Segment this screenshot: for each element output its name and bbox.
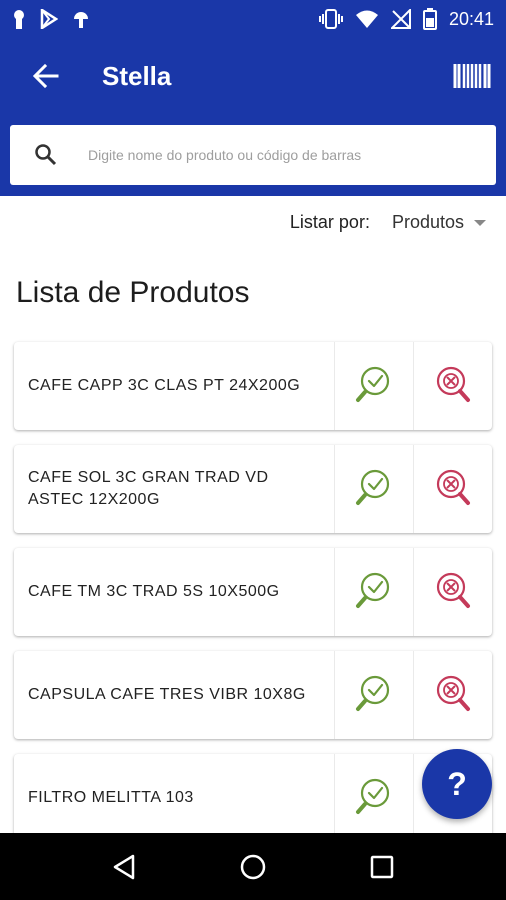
vibrate-icon xyxy=(318,9,343,29)
android-icon xyxy=(74,12,88,28)
square-recents-icon xyxy=(370,855,393,878)
product-card: FILTRO MELITTA 103 xyxy=(14,754,492,833)
product-name: CAPSULA CAFE TRES VIBR 10X8G xyxy=(28,686,306,703)
product-list: CAFE CAPP 3C CLAS PT 24X200G CAFE SOL 3C… xyxy=(14,342,492,833)
include-product-button[interactable] xyxy=(334,651,413,739)
list-by-control: Listar por: Produtos xyxy=(290,212,486,233)
product-card: CAPSULA CAFE TRES VIBR 10X8G xyxy=(14,651,492,739)
battery-icon xyxy=(422,8,437,30)
list-by-dropdown[interactable]: Produtos xyxy=(392,212,486,233)
triangle-back-icon xyxy=(114,854,135,879)
nav-recents-button[interactable] xyxy=(362,847,402,887)
search-bar-container xyxy=(0,114,506,196)
page-title: Stella xyxy=(102,60,172,91)
back-button[interactable] xyxy=(18,48,74,104)
product-card: CAFE TM 3C TRAD 5S 10X500G xyxy=(14,548,492,636)
keyhole-icon xyxy=(14,10,24,29)
arrow-left-icon xyxy=(33,63,59,89)
search-remove-icon xyxy=(433,364,473,409)
include-product-button[interactable] xyxy=(334,548,413,636)
product-name: FILTRO MELITTA 103 xyxy=(28,789,194,806)
search-check-icon xyxy=(354,776,394,821)
search-check-icon xyxy=(354,467,394,512)
include-product-button[interactable] xyxy=(334,342,413,430)
system-nav-bar xyxy=(0,833,506,900)
include-product-button[interactable] xyxy=(334,754,413,833)
nav-back-button[interactable] xyxy=(104,847,144,887)
section-heading: Lista de Produtos xyxy=(16,276,250,309)
barcode-icon xyxy=(453,64,491,88)
search-check-icon xyxy=(354,673,394,718)
search-remove-icon xyxy=(433,673,473,718)
clock: 20:41 xyxy=(448,8,494,29)
play-store-icon xyxy=(40,9,58,29)
caret-down-icon xyxy=(474,219,486,226)
circle-home-icon xyxy=(240,854,266,879)
search-icon xyxy=(34,143,74,167)
list-by-selected: Produtos xyxy=(391,212,464,232)
nav-home-button[interactable] xyxy=(233,847,273,887)
barcode-scan-button[interactable] xyxy=(452,56,492,96)
include-product-button[interactable] xyxy=(334,445,413,533)
exclude-product-button[interactable] xyxy=(413,548,492,636)
exclude-product-button[interactable] xyxy=(413,342,492,430)
no-signal-icon xyxy=(390,9,411,29)
wifi-icon xyxy=(355,10,378,28)
list-by-label: Listar por: xyxy=(289,212,370,232)
help-label: ? xyxy=(447,765,467,802)
app-bar: Stella xyxy=(0,38,506,114)
screen: 20:41 Stella Listar por: Produtos Lista … xyxy=(0,0,506,833)
search-box xyxy=(10,125,496,185)
search-remove-icon xyxy=(433,570,473,615)
search-check-icon xyxy=(354,364,394,409)
exclude-product-button[interactable] xyxy=(413,445,492,533)
product-name: CAFE CAPP 3C CLAS PT 24X200G xyxy=(28,377,301,394)
help-button[interactable]: ? xyxy=(422,749,492,819)
status-bar: 20:41 xyxy=(0,0,506,38)
product-name: CAFE SOL 3C GRAN TRAD VD ASTEC 12X200G xyxy=(28,469,269,508)
product-name: CAFE TM 3C TRAD 5S 10X500G xyxy=(28,583,280,600)
search-check-icon xyxy=(354,570,394,615)
search-input[interactable] xyxy=(88,147,468,163)
exclude-product-button[interactable] xyxy=(413,651,492,739)
product-card: CAFE SOL 3C GRAN TRAD VD ASTEC 12X200G xyxy=(14,445,492,533)
search-remove-icon xyxy=(433,467,473,512)
product-card: CAFE CAPP 3C CLAS PT 24X200G xyxy=(14,342,492,430)
